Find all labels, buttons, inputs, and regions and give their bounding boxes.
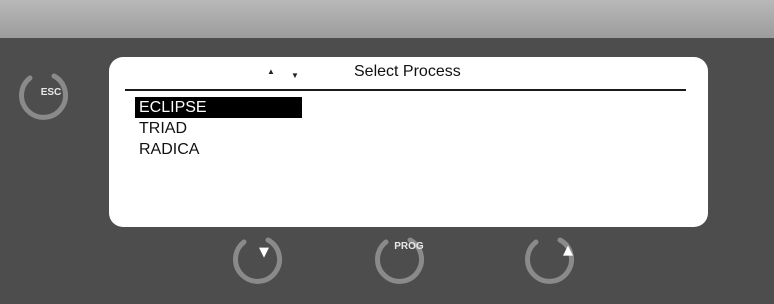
up-arrow-icon: ▲ [563, 243, 573, 258]
down-knob-icon: ▼ [233, 237, 283, 284]
esc-label: ESC [41, 87, 62, 98]
screen-title: Select Process [354, 63, 461, 80]
esc-knob-icon: ESC [19, 73, 69, 120]
device-top-strip [0, 0, 774, 40]
process-item-radica[interactable]: RADICA [135, 139, 415, 160]
lcd-header: ▲ ▼ Select Process [125, 57, 686, 91]
down-button[interactable]: ▼ [230, 232, 286, 288]
prog-label: PROG [394, 241, 424, 252]
lcd-screen: ▲ ▼ Select Process ECLIPSE TRIAD RADICA [109, 57, 708, 227]
prog-button[interactable]: PROG [372, 232, 428, 288]
process-item-triad[interactable]: TRIAD [135, 118, 415, 139]
esc-button[interactable]: ESC [16, 68, 72, 124]
up-button[interactable]: ▲ [522, 232, 578, 288]
scroll-down-indicator-icon: ▼ [291, 71, 299, 80]
process-list: ECLIPSE TRIAD RADICA [135, 97, 415, 160]
process-item-eclipse[interactable]: ECLIPSE [135, 97, 302, 118]
up-knob-icon: ▲ [525, 237, 575, 284]
control-panel: ▲ ▼ Select Process ECLIPSE TRIAD RADICA … [0, 38, 774, 304]
down-arrow-icon: ▼ [259, 245, 269, 260]
scroll-up-indicator-icon: ▲ [267, 67, 275, 76]
prog-knob-icon: PROG [375, 237, 425, 284]
